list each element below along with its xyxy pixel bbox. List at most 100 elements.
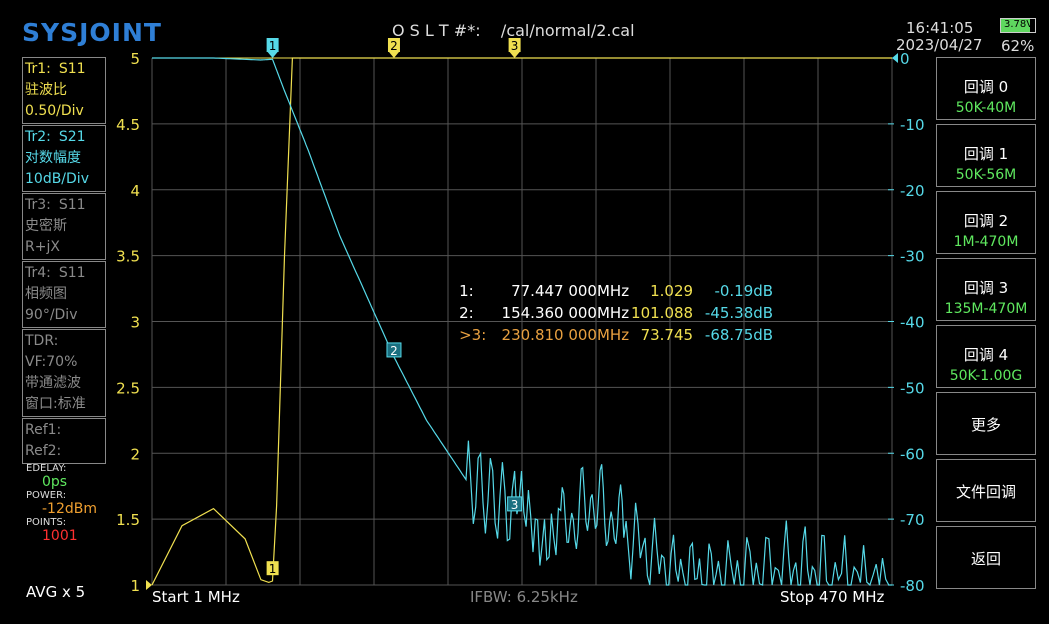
ifbw-label[interactable]: IFBW: 6.25kHz	[470, 588, 578, 606]
back-label: 返回	[970, 550, 1001, 568]
more-label: 更多	[970, 416, 1001, 434]
marker-1-row: 1: 77.447 000MHz 1.029 -0.19dB	[440, 258, 773, 300]
marker-3-trace-label: 3	[511, 498, 519, 512]
marker-2-top-pointer	[388, 52, 399, 58]
trace-4-format: 相频图	[25, 286, 67, 302]
marker-3-top-label: 3	[511, 39, 519, 53]
trace-3-box[interactable]: Tr3: S11 史密斯 R+jX	[22, 193, 106, 260]
file-recall-label: 文件回调	[955, 483, 1016, 501]
trace-2-scale: 10dB/Div	[25, 171, 89, 187]
right-tick-label: -30	[900, 248, 925, 266]
softkey-menu: 回调 0 50K-40M 回调 1 50K-56M 回调 2 1M-470M 回调 3…	[936, 57, 1036, 593]
marker-1-id: 1:	[459, 282, 474, 300]
ref2-label: Ref2:	[25, 443, 62, 459]
marker-1-top-flag	[266, 38, 279, 52]
marker-1-top-pointer	[267, 52, 278, 58]
right-tick-label: -20	[900, 182, 925, 200]
trace-1-scale: 0.50/Div	[25, 103, 84, 119]
tdr-mode: 带通滤波	[25, 375, 81, 391]
trace-2-param: S21	[58, 129, 86, 145]
recall-1-button[interactable]: 回调 1 50K-56M	[936, 124, 1036, 187]
right-tick-label: -50	[900, 379, 925, 397]
trace-3-scale: R+jX	[25, 239, 60, 255]
right-tick-label: -60	[900, 445, 925, 463]
marker-1-top-label: 1	[269, 39, 277, 53]
marker-1-db: -0.19dB	[714, 282, 774, 300]
edelay-label: EDELAY:	[26, 463, 67, 474]
left-tick-label: 2	[130, 445, 140, 463]
points-value: 1001	[42, 528, 78, 544]
recall-2-label: 回调 2	[963, 212, 1009, 230]
trace-3-name: Tr3:	[25, 197, 51, 213]
battery-icon: 3.78V	[1000, 18, 1036, 33]
tdr-box[interactable]: TDR: VF:70% 带通滤波 窗口:标准	[22, 329, 106, 417]
clock-date: 2023/04/27	[896, 36, 983, 54]
recall-0-range: 50K-40M	[955, 100, 1017, 116]
marker-2-swr: 101.088	[631, 304, 694, 322]
more-button[interactable]: 更多	[936, 392, 1036, 455]
left-tick-label: 2.5	[116, 379, 140, 397]
recall-2-button[interactable]: 回调 2 1M-470M	[936, 191, 1036, 254]
tdr-window: 窗口:标准	[25, 396, 86, 412]
points-label: POINTS:	[26, 517, 67, 528]
trace-4-name: Tr4:	[25, 265, 51, 281]
trace-4-scale: 90°/Div	[25, 307, 78, 323]
recall-2-range: 1M-470M	[953, 234, 1019, 250]
recall-0-button[interactable]: 回调 0 50K-40M	[936, 57, 1036, 120]
recall-1-label: 回调 1	[963, 145, 1009, 163]
trace-3-param: S11	[58, 197, 86, 213]
averaging-status: AVG x 5	[26, 583, 86, 601]
trace-1-param: S11	[58, 61, 86, 77]
trace-panel: Tr1: S11 驻波比 0.50/Div Tr2: S21 对数幅度 10dB/D…	[22, 57, 106, 465]
calibration-title: O S L T #*: /cal/normal/2.cal	[392, 21, 635, 40]
battery-voltage: 3.78V	[1004, 19, 1034, 30]
edelay-value: 0ps	[42, 474, 68, 490]
left-tick-label: 1.5	[116, 511, 140, 529]
right-tick-label: -40	[900, 314, 925, 332]
right-tick-label: -70	[900, 511, 925, 529]
marker-3-trace-flag	[507, 496, 523, 512]
trace-1-format: 驻波比	[25, 82, 67, 98]
left-tick-label: 1	[130, 577, 140, 595]
marker-3-top-flag	[508, 38, 521, 52]
recall-0-label: 回调 0	[963, 78, 1009, 96]
power-value: -12dBm	[42, 501, 97, 517]
ref-box[interactable]: Ref1: Ref2:	[22, 418, 106, 464]
trace-1-name: Tr1:	[25, 61, 51, 77]
status-block: EDELAY: 0ps POWER: -12dBm POINTS: 1001	[26, 463, 97, 544]
recall-3-label: 回调 3	[963, 279, 1009, 297]
marker-3-freq: 230.810 000MHz	[501, 326, 630, 344]
marker-3-top-pointer	[509, 52, 520, 58]
left-tick-label: 3.5	[116, 248, 140, 266]
marker-readout: 1: 77.447 000MHz 1.029 -0.19dB 2: 154.360 00…	[440, 258, 774, 344]
marker-1-freq: 77.447 000MHz	[511, 282, 630, 300]
sweep-start[interactable]: Start 1 MHz	[152, 588, 240, 606]
marker-1-swr: 1.029	[650, 282, 694, 300]
battery-percent: 62%	[1001, 37, 1035, 55]
trace-2-format: 对数幅度	[25, 150, 81, 166]
left-tick-label: 4	[130, 182, 140, 200]
marker-3-id: >3:	[459, 326, 487, 344]
sweep-stop[interactable]: Stop 470 MHz	[780, 588, 884, 606]
trace-4-box[interactable]: Tr4: S11 相频图 90°/Div	[22, 261, 106, 328]
marker-2-id: 2:	[459, 304, 474, 322]
brand-logo: SYSJOINT	[22, 18, 162, 47]
tdr-label: TDR:	[25, 333, 59, 349]
tdr-vf: VF:70%	[25, 354, 78, 370]
trace-2-name: Tr2:	[25, 129, 51, 145]
back-button[interactable]: 返回	[936, 526, 1036, 589]
marker-2-freq: 154.360 000MHz	[501, 304, 630, 322]
power-label: POWER:	[26, 490, 67, 501]
trace-1-box[interactable]: Tr1: S11 驻波比 0.50/Div	[22, 57, 106, 124]
marker-1-trace-label: 1	[269, 562, 277, 576]
left-tick-label: 3	[130, 314, 140, 332]
trace-2-box[interactable]: Tr2: S21 对数幅度 10dB/Div	[22, 125, 106, 192]
file-recall-button[interactable]: 文件回调	[936, 459, 1036, 522]
marker-2-db: -45.38dB	[704, 304, 774, 322]
left-tick-label: 5	[130, 50, 140, 68]
marker-2-trace-flag	[386, 342, 402, 358]
recall-3-button[interactable]: 回调 3 135M-470M	[936, 258, 1036, 321]
clock-time: 16:41:05	[906, 19, 974, 37]
recall-4-button[interactable]: 回调 4 50K-1.00G	[936, 325, 1036, 388]
right-tick-label: -10	[900, 116, 925, 134]
